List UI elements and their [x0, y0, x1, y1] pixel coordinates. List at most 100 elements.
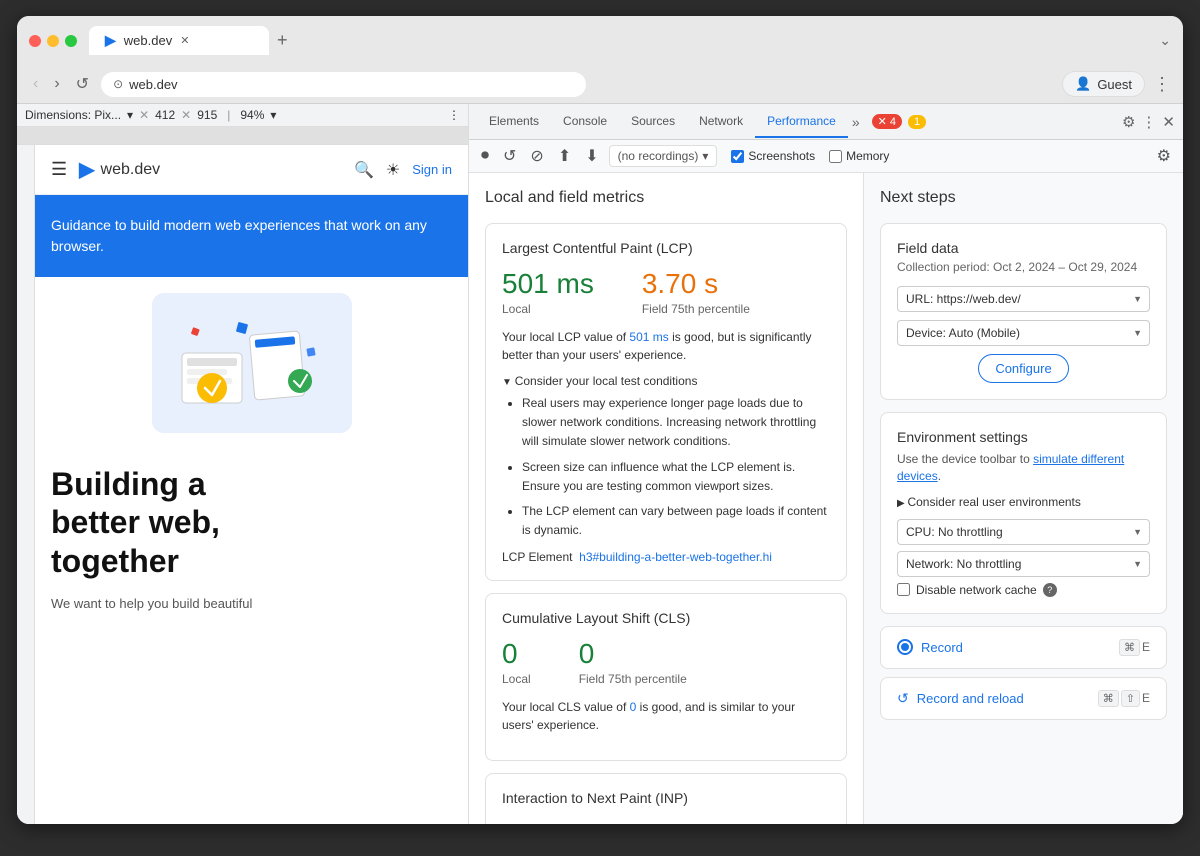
cls-local-value: 0	[502, 638, 531, 670]
site-nav: 🔍 ☀ Sign in	[354, 160, 452, 180]
cls-field-label: Field 75th percentile	[579, 672, 687, 686]
devtools-badges: ✕ 4 1	[872, 114, 926, 129]
record-circle-button[interactable]: ⏺	[477, 145, 493, 167]
env-consider-toggle[interactable]: Consider real user environments	[897, 495, 1150, 509]
dim-dropdown-icon[interactable]: ▾	[127, 108, 133, 122]
record-reload-label: Record and reload	[917, 691, 1024, 706]
tab-favicon-icon: ▶	[105, 32, 116, 49]
url-field: URL: https://web.dev/	[897, 286, 1150, 312]
dim-width: 412	[155, 108, 175, 122]
clear-button[interactable]: ⊘	[526, 144, 547, 168]
theme-toggle-icon[interactable]: ☀	[386, 160, 400, 180]
lcp-values: 501 ms Local 3.70 s Field 75th percentil…	[502, 268, 830, 316]
device-select-wrapper[interactable]: Device: Auto (Mobile)	[897, 320, 1150, 346]
tab-close-icon[interactable]: ✕	[180, 34, 189, 47]
configure-button[interactable]: Configure	[978, 354, 1068, 383]
back-button[interactable]: ‹	[29, 73, 42, 95]
url-select[interactable]: URL: https://web.dev/	[897, 286, 1150, 312]
disable-cache-row: Disable network cache ?	[897, 583, 1150, 597]
memory-checkbox[interactable]	[829, 150, 842, 163]
new-tab-button[interactable]: +	[269, 30, 296, 51]
site-subtext: We want to help you build beautiful	[35, 596, 468, 611]
forward-button[interactable]: ›	[50, 73, 63, 95]
error-badge: ✕ 4	[872, 114, 902, 129]
logo-icon: ▶	[79, 157, 94, 182]
tab-network[interactable]: Network	[687, 106, 755, 138]
env-settings-title: Environment settings	[897, 429, 1150, 445]
address-input[interactable]: ⊙ web.dev	[101, 72, 586, 97]
logo-text: web.dev	[101, 161, 161, 179]
warning-count: 1	[914, 116, 920, 128]
error-x-icon: ✕	[878, 115, 887, 128]
browser-window: ▶ web.dev ✕ + ⌄ ‹ › ↺ ⊙ web.dev 👤 Guest …	[17, 16, 1183, 824]
record-circle-icon	[897, 639, 913, 655]
record-button[interactable]: Record	[897, 639, 963, 655]
more-tabs-button[interactable]: »	[848, 114, 864, 130]
devtools-close-button[interactable]: ✕	[1162, 113, 1175, 131]
simulate-devices-link[interactable]: simulate different devices	[897, 452, 1124, 483]
tab-bar: ▶ web.dev ✕ + ⌄	[89, 26, 1171, 55]
record-card[interactable]: Record ⌘ E	[880, 626, 1167, 669]
more-options-button[interactable]: ⋮	[1153, 74, 1171, 95]
download-button[interactable]: ⬇	[581, 144, 602, 168]
tab-list-button[interactable]: ⌄	[1159, 32, 1171, 49]
cpu-select-wrapper[interactable]: CPU: No throttling	[897, 519, 1150, 545]
devtools-settings: ⚙ ⋮ ✕	[1122, 113, 1175, 131]
close-button[interactable]	[29, 35, 41, 47]
consider-list: Real users may experience longer page lo…	[502, 394, 830, 540]
dim-percent-dropdown[interactable]: ▾	[270, 108, 276, 122]
main-area: Dimensions: Pix... ▾ ✕ 412 ✕ 915 | 94% ▾…	[17, 104, 1183, 824]
maximize-button[interactable]	[65, 35, 77, 47]
help-icon[interactable]: ?	[1043, 583, 1057, 597]
lcp-element-link[interactable]: h3#building-a-better-web-together.hi	[579, 550, 772, 564]
address-text: web.dev	[129, 77, 177, 92]
record-reload-button[interactable]: ↺ Record and reload	[897, 690, 1024, 707]
screenshots-checkbox[interactable]	[731, 150, 744, 163]
reload-button[interactable]: ↺	[72, 72, 93, 96]
tab-console[interactable]: Console	[551, 106, 619, 138]
field-data-subtitle: Collection period: Oct 2, 2024 – Oct 29,…	[897, 260, 1150, 274]
dimensions-bar: Dimensions: Pix... ▾ ✕ 412 ✕ 915 | 94% ▾…	[17, 104, 468, 127]
website-panel: Dimensions: Pix... ▾ ✕ 412 ✕ 915 | 94% ▾…	[17, 104, 469, 824]
consider-title[interactable]: Consider your local test conditions	[502, 374, 830, 388]
tab-elements[interactable]: Elements	[477, 106, 551, 138]
cls-field-value: 0	[579, 638, 687, 670]
disable-cache-checkbox[interactable]	[897, 583, 910, 596]
guest-button[interactable]: 👤 Guest	[1062, 71, 1145, 97]
lcp-card: Largest Contentful Paint (LCP) 501 ms Lo…	[485, 223, 847, 581]
env-settings-card: Environment settings Use the device tool…	[880, 412, 1167, 614]
device-select[interactable]: Device: Auto (Mobile)	[897, 320, 1150, 346]
record-reload-card[interactable]: ↺ Record and reload ⌘ ⇧ E	[880, 677, 1167, 720]
tab-performance[interactable]: Performance	[755, 106, 848, 138]
cls-local-label: Local	[502, 672, 531, 686]
tab-sources[interactable]: Sources	[619, 106, 687, 138]
sign-in-link[interactable]: Sign in	[412, 162, 452, 177]
devtools-more-button[interactable]: ⋮	[1141, 113, 1156, 131]
cpu-select[interactable]: CPU: No throttling	[897, 519, 1150, 545]
settings-icon[interactable]: ⚙	[1122, 113, 1135, 131]
guest-label: Guest	[1097, 77, 1132, 92]
list-item: Real users may experience longer page lo…	[522, 394, 830, 452]
network-select-wrapper[interactable]: Network: No throttling	[897, 551, 1150, 577]
list-item: Screen size can influence what the LCP e…	[522, 458, 830, 496]
perf-settings-icon[interactable]: ⚙	[1153, 144, 1175, 168]
url-select-wrapper[interactable]: URL: https://web.dev/	[897, 286, 1150, 312]
upload-button[interactable]: ⬆	[554, 144, 575, 168]
reload-record-button[interactable]: ↺	[499, 144, 520, 168]
screenshots-checkbox-label[interactable]: Screenshots	[731, 149, 815, 163]
lcp-local-label: Local	[502, 302, 594, 316]
dimensions-label: Dimensions: Pix...	[25, 108, 121, 122]
recordings-dropdown[interactable]: (no recordings) ▾	[609, 145, 718, 167]
minimize-button[interactable]	[47, 35, 59, 47]
warning-badge: 1	[908, 115, 926, 129]
devtools-panel: Elements Console Sources Network Perform…	[469, 104, 1183, 824]
address-icon: ⊙	[113, 77, 123, 91]
search-icon[interactable]: 🔍	[354, 160, 374, 180]
network-select[interactable]: Network: No throttling	[897, 551, 1150, 577]
hamburger-icon[interactable]: ☰	[51, 159, 67, 180]
reload-icon: ↺	[897, 690, 909, 707]
devtools-content: Local and field metrics Largest Contentf…	[469, 173, 1183, 824]
memory-checkbox-label[interactable]: Memory	[829, 149, 889, 163]
site-header: ☰ ▶ web.dev 🔍 ☀ Sign in	[35, 145, 468, 195]
browser-tab[interactable]: ▶ web.dev ✕	[89, 26, 269, 55]
